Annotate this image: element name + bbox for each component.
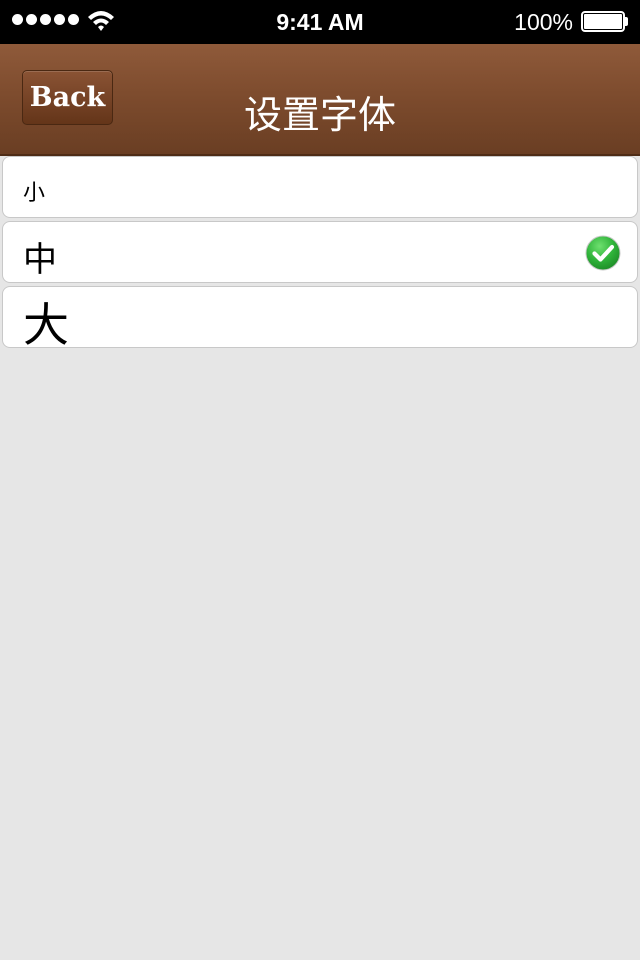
page-title: 设置字体	[243, 93, 396, 137]
font-option-label: 小	[23, 181, 46, 206]
green-checkmark-icon	[585, 235, 621, 271]
font-option-label: 大	[23, 298, 69, 352]
battery-icon	[581, 11, 628, 32]
navigation-bar: Back 设置字体	[0, 44, 640, 156]
font-option-small[interactable]: 小	[2, 156, 638, 218]
status-bar: 9:41 AM 100%	[0, 0, 640, 44]
font-option-label: 中	[23, 240, 57, 280]
font-size-list: 小 中 大	[2, 156, 638, 352]
font-option-medium[interactable]: 中	[2, 221, 638, 283]
battery-percentage: 100%	[514, 9, 573, 35]
font-option-large[interactable]: 大	[2, 286, 638, 352]
